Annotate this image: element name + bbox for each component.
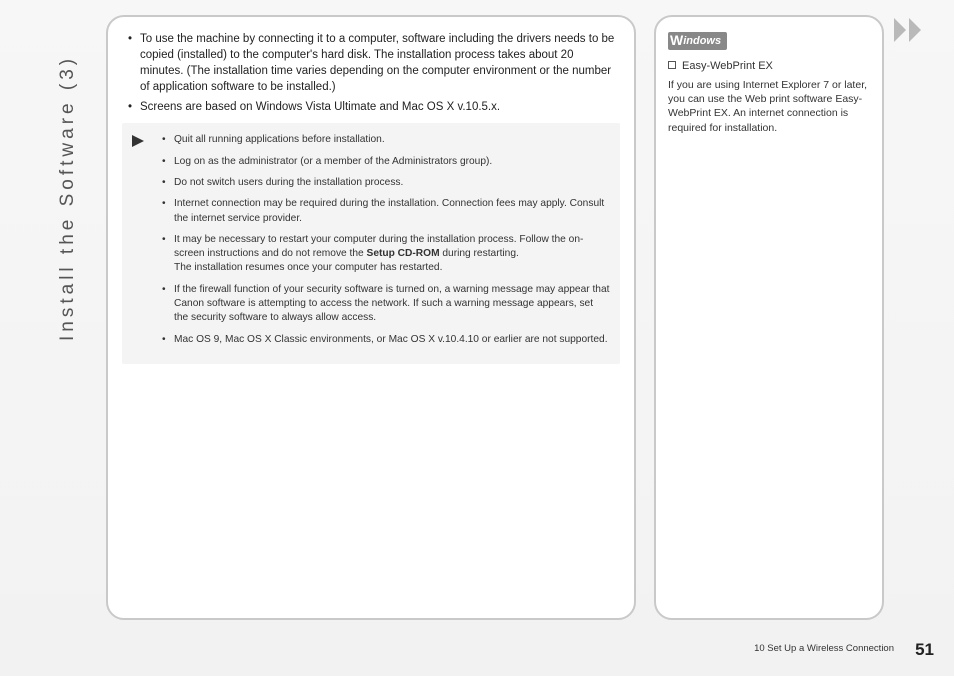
software-item-row: Easy-WebPrint EX — [668, 60, 870, 72]
intro-bullet: Screens are based on Windows Vista Ultim… — [126, 99, 620, 115]
pointer-arrow-icon — [132, 135, 144, 147]
footer-section-label: 10 Set Up a Wireless Connection — [754, 643, 894, 654]
intro-bullet: To use the machine by connecting it to a… — [126, 31, 620, 95]
note-item: Log on as the administrator (or a member… — [162, 155, 610, 169]
intro-bullet-list: To use the machine by connecting it to a… — [122, 31, 620, 115]
note-item: If the firewall function of your securit… — [162, 283, 610, 326]
next-page-icon — [894, 18, 932, 42]
windows-os-badge: Windows — [668, 32, 727, 50]
windows-w-icon: W — [670, 32, 683, 48]
note-item-bold: Setup CD-ROM — [367, 248, 440, 259]
note-item: Quit all running applications before ins… — [162, 133, 610, 147]
page-number: 51 — [915, 640, 934, 660]
note-item: Internet connection may be required duri… — [162, 197, 610, 226]
checkbox-icon — [668, 61, 676, 69]
windows-side-panel: Windows Easy-WebPrint EX If you are usin… — [654, 15, 884, 620]
important-notes-box: Quit all running applications before ins… — [122, 123, 620, 363]
note-item: Mac OS 9, Mac OS X Classic environments,… — [162, 333, 610, 347]
note-item: Do not switch users during the installat… — [162, 176, 610, 190]
section-title-vertical: Install the Software (3) — [57, 55, 79, 341]
software-item-label: Easy-WebPrint EX — [682, 60, 773, 72]
software-item-description: If you are using Internet Explorer 7 or … — [668, 78, 870, 135]
windows-badge-text: indows — [683, 35, 721, 47]
main-content-panel: To use the machine by connecting it to a… — [106, 15, 636, 620]
notes-bullet-list: Quit all running applications before ins… — [162, 133, 610, 346]
note-item: It may be necessary to restart your comp… — [162, 233, 610, 276]
